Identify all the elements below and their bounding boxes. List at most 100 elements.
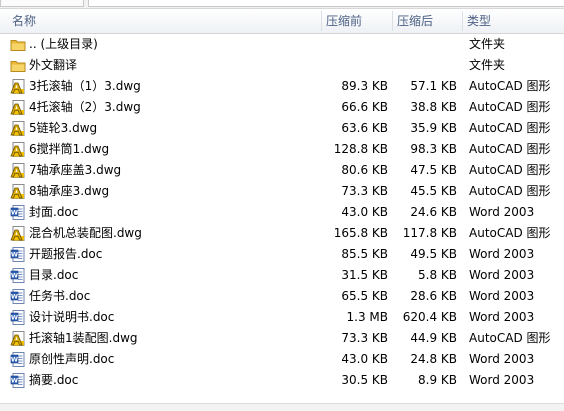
column-header: 名称 压缩前 压缩后 类型 [0, 9, 564, 34]
file-type: Word 2003 [469, 352, 535, 366]
file-name: .. (上级目录) [29, 37, 98, 51]
file-size: 73.3 KB [341, 184, 388, 198]
file-type: Word 2003 [469, 247, 535, 261]
svg-text:W: W [11, 251, 18, 259]
column-header-size[interactable]: 压缩前 [322, 9, 392, 33]
file-packed-size: 45.5 KB [410, 184, 457, 198]
file-row[interactable]: W 任务书.doc 65.5 KB 28.6 KB Word 2003 [0, 286, 564, 307]
autocad-file-icon [10, 142, 26, 157]
file-name: 封面.doc [29, 205, 79, 219]
file-name: 外文翻译 [29, 58, 78, 72]
file-name: 摘要.doc [29, 373, 79, 387]
file-size [322, 34, 388, 55]
file-name: 任务书.doc [29, 289, 91, 303]
autocad-file-icon [10, 331, 26, 346]
file-row[interactable]: W 设计说明书.doc 1.3 MB 620.4 KB Word 2003 [0, 307, 564, 328]
toolbar-strip [0, 0, 564, 9]
file-row[interactable]: 4托滚轴（2）3.dwg 66.6 KB 38.8 KB AutoCAD 图形 [0, 97, 564, 118]
file-type: AutoCAD 图形 [469, 100, 551, 114]
file-size: 66.6 KB [341, 100, 388, 114]
word-file-icon: W [10, 268, 26, 283]
column-header-type[interactable]: 类型 [463, 9, 564, 33]
file-size: 89.3 KB [341, 79, 388, 93]
file-size: 65.5 KB [341, 289, 388, 303]
file-type: AutoCAD 图形 [469, 121, 551, 135]
file-size: 165.8 KB [333, 226, 388, 240]
svg-text:W: W [11, 314, 18, 322]
autocad-file-icon [10, 121, 26, 136]
folder-icon [10, 58, 26, 73]
file-row[interactable]: W 封面.doc 43.0 KB 24.6 KB Word 2003 [0, 202, 564, 223]
file-packed-size [392, 34, 457, 55]
file-name: 托滚轴1装配图.dwg [29, 331, 138, 345]
file-packed-size: 98.3 KB [410, 142, 457, 156]
autocad-file-icon [10, 163, 26, 178]
file-size: 85.5 KB [341, 247, 388, 261]
file-row[interactable]: 外文翻译 文件夹 [0, 55, 564, 76]
file-type: 文件夹 [469, 37, 506, 51]
svg-text:W: W [11, 209, 18, 217]
file-row[interactable]: W 原创性声明.doc 43.0 KB 24.8 KB Word 2003 [0, 349, 564, 370]
file-packed-size: 8.9 KB [418, 373, 457, 387]
file-name: 8轴承座3.dwg [29, 184, 110, 198]
word-file-icon: W [10, 352, 26, 367]
file-name: 7轴承座盖3.dwg [29, 163, 122, 177]
file-type: AutoCAD 图形 [469, 163, 551, 177]
file-size: 80.6 KB [341, 163, 388, 177]
file-packed-size: 24.8 KB [410, 352, 457, 366]
file-size: 63.6 KB [341, 121, 388, 135]
file-type: AutoCAD 图形 [469, 184, 551, 198]
file-row[interactable]: W 开题报告.doc 85.5 KB 49.5 KB Word 2003 [0, 244, 564, 265]
folder-icon [10, 37, 26, 52]
file-row[interactable]: 混合机总装配图.dwg 165.8 KB 117.8 KB AutoCAD 图形 [0, 223, 564, 244]
word-file-icon: W [10, 310, 26, 325]
file-packed-size: 117.8 KB [402, 226, 457, 240]
file-row[interactable]: 6搅拌筒1.dwg 128.8 KB 98.3 KB AutoCAD 图形 [0, 139, 564, 160]
file-name: 目录.doc [29, 268, 79, 282]
file-packed-size: 38.8 KB [410, 100, 457, 114]
file-type: AutoCAD 图形 [469, 79, 551, 93]
file-row[interactable]: 8轴承座3.dwg 73.3 KB 45.5 KB AutoCAD 图形 [0, 181, 564, 202]
file-packed-size: 5.8 KB [418, 268, 457, 282]
file-size: 73.3 KB [341, 331, 388, 345]
file-packed-size: 49.5 KB [410, 247, 457, 261]
autocad-file-icon [10, 79, 26, 94]
file-name: 混合机总装配图.dwg [29, 226, 142, 240]
file-packed-size: 28.6 KB [410, 289, 457, 303]
file-packed-size: 57.1 KB [410, 79, 457, 93]
file-row[interactable]: W 摘要.doc 30.5 KB 8.9 KB Word 2003 [0, 370, 564, 391]
file-size: 31.5 KB [341, 268, 388, 282]
file-packed-size: 44.9 KB [410, 331, 457, 345]
file-row[interactable]: W 目录.doc 31.5 KB 5.8 KB Word 2003 [0, 265, 564, 286]
autocad-file-icon [10, 100, 26, 115]
svg-text:W: W [11, 356, 18, 364]
file-packed-size: 620.4 KB [402, 310, 457, 324]
file-size: 43.0 KB [341, 205, 388, 219]
toolbar-segment [0, 0, 84, 7]
word-file-icon: W [10, 373, 26, 388]
column-header-packed[interactable]: 压缩后 [393, 9, 463, 33]
file-type: Word 2003 [469, 310, 535, 324]
file-row[interactable]: .. (上级目录) 文件夹 [0, 34, 564, 55]
file-name: 原创性声明.doc [29, 352, 115, 366]
file-row[interactable]: 7轴承座盖3.dwg 80.6 KB 47.5 KB AutoCAD 图形 [0, 160, 564, 181]
file-name: 6搅拌筒1.dwg [29, 142, 110, 156]
word-file-icon: W [10, 247, 26, 262]
file-row[interactable]: 3托滚轴（1）3.dwg 89.3 KB 57.1 KB AutoCAD 图形 [0, 76, 564, 97]
file-row[interactable]: 5链轮3.dwg 63.6 KB 35.9 KB AutoCAD 图形 [0, 118, 564, 139]
file-name: 开题报告.doc [29, 247, 103, 261]
file-size: 1.3 MB [346, 310, 388, 324]
svg-text:W: W [11, 377, 18, 385]
file-type: Word 2003 [469, 373, 535, 387]
file-name: 4托滚轴（2）3.dwg [29, 100, 141, 114]
file-size: 43.0 KB [341, 352, 388, 366]
file-name: 3托滚轴（1）3.dwg [29, 79, 141, 93]
svg-text:W: W [11, 293, 18, 301]
column-header-name[interactable]: 名称 [8, 9, 320, 33]
file-type: Word 2003 [469, 289, 535, 303]
file-type: Word 2003 [469, 268, 535, 282]
file-size: 128.8 KB [333, 142, 388, 156]
file-type: AutoCAD 图形 [469, 331, 551, 345]
file-row[interactable]: 托滚轴1装配图.dwg 73.3 KB 44.9 KB AutoCAD 图形 [0, 328, 564, 349]
address-bar[interactable] [88, 0, 564, 7]
